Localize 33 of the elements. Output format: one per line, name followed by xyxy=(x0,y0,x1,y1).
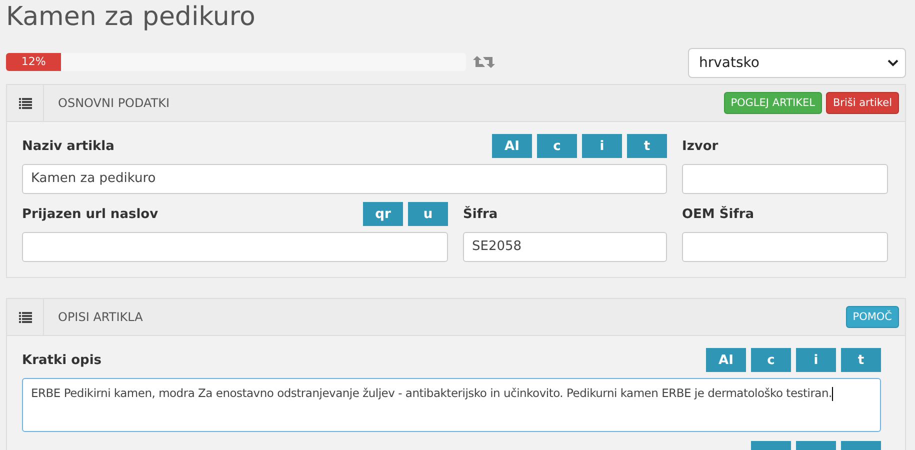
action-button[interactable]: Briši artikel xyxy=(826,92,899,114)
field-label: OEM Šifra xyxy=(682,206,754,222)
panel-title: OSNOVNI PODATKI xyxy=(58,96,170,110)
tool-button[interactable]: qr xyxy=(363,202,403,226)
action-button[interactable]: POMOČ xyxy=(846,306,899,328)
tool-button[interactable]: t xyxy=(841,348,881,372)
input-field[interactable] xyxy=(22,232,448,262)
progress-fill: 12% xyxy=(6,53,62,71)
language-select[interactable]: hrvatsko xyxy=(688,48,906,78)
field-label: Kratki opis xyxy=(22,352,102,368)
tool-button[interactable]: c xyxy=(751,348,791,372)
input-field[interactable]: SE2058 xyxy=(463,232,667,262)
input-field[interactable] xyxy=(682,164,888,194)
tool-button[interactable]: AI xyxy=(706,348,746,372)
input-field[interactable] xyxy=(682,232,888,262)
text-area[interactable]: ERBE Pedikirni kamen, modra Za enostavno odstranjevanje žuljev - antibakterijsko in učinkovito. Pedikurni kamen ERBE je dermatološko testiran. xyxy=(22,378,881,432)
tool-button[interactable]: i xyxy=(796,348,836,372)
tool-button[interactable]: t xyxy=(627,134,667,158)
input-field[interactable]: Kamen za pedikuro xyxy=(22,164,667,194)
tool-button[interactable]: i xyxy=(582,134,622,158)
tool-button[interactable]: u xyxy=(408,202,448,226)
tool-button[interactable]: c xyxy=(537,134,577,158)
field-label: Šifra xyxy=(463,206,498,222)
page-title: Kamen za pedikuro xyxy=(6,1,256,34)
panel-title: OPISI ARTIKLA xyxy=(58,310,143,324)
field-label: Prijazen url naslov xyxy=(22,206,158,222)
list-icon xyxy=(18,312,32,322)
field-label: Izvor xyxy=(682,138,718,154)
chevron-down-icon xyxy=(887,59,899,67)
list-icon xyxy=(18,98,32,108)
action-button[interactable]: POGLEJ ARTIKEL xyxy=(724,92,822,114)
tool-button[interactable]: AI xyxy=(492,134,532,158)
field-label: Naziv artikla xyxy=(22,138,114,154)
